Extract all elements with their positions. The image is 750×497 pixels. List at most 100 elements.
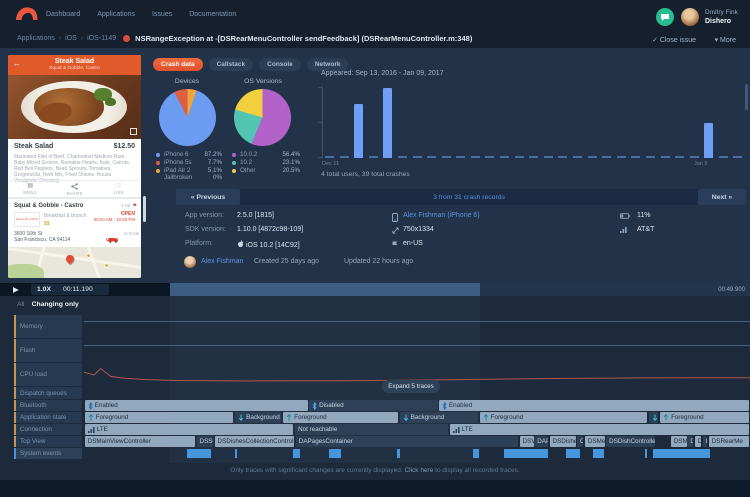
breadcrumb: Applications›iOS›iOS-1149 NSRangeExcepti… [17,34,472,43]
filter-tab-all[interactable]: All [17,301,25,308]
phone-icon [392,213,398,222]
tab-console[interactable]: Console [259,58,301,71]
crash-chart-summary: 4 total users, 39 total crashes [321,171,410,178]
legend-label: 10.0.2 [240,151,257,158]
playback-current-time: 00:11.190 [63,286,93,293]
crash-record-pagination: « Previous 3 from 31 crash records Next … [176,189,746,205]
bt-icon [442,402,447,410]
trace-segment: DSDishController [606,436,655,447]
chat-button[interactable] [656,8,674,26]
next-button[interactable]: Next » [698,189,746,205]
os-versions-pie-chart [234,89,291,146]
user-avatar[interactable] [681,8,699,26]
trace-row-label-cpu-load[interactable]: CPU load [14,363,82,386]
legend-value: 23.1% [282,159,300,166]
playback-total-time: 00:49.900 [718,287,745,293]
bar-baseline-dash [515,156,524,158]
restaurant-logo: Squat & Gobble [14,212,40,227]
play-button[interactable]: ▶ [13,285,19,294]
bar-baseline-dash [690,156,699,158]
bar-baseline-dash [442,156,451,158]
map-park [8,264,44,278]
tab-crash-data[interactable]: Crash data [153,58,203,71]
restaurant-logo-text: Squat & Gobble [16,218,39,222]
dish-action-label: MENU [23,190,37,195]
app-logo-icon[interactable] [14,5,40,27]
nav-item-issues[interactable]: Issues [152,11,172,18]
map-poi-marker [104,263,109,268]
system-event-block [645,449,647,458]
detail-value: en-US [403,240,423,247]
uber-eta: in 3 min [124,231,139,236]
detail-value: AT&T [637,226,654,233]
crash-tabs: Crash dataCallstackConsoleNetwork [153,58,348,71]
restaurant-category: Breakfast & brunch [44,213,87,219]
up-icon [88,414,94,421]
phone-panel-scrollbar[interactable] [143,196,146,222]
trace-row-body-application-state: ForegroundBackgroundForegroundBackground… [84,412,750,423]
trace-row-label-flash[interactable]: Flash [14,339,82,362]
dish-action-like[interactable]: ♡LIKE [97,181,141,197]
dish-action-label: SHARE [66,191,82,196]
user-menu[interactable]: Dmitry Fink Dishero [705,9,738,26]
trace-segment: Foreground [85,412,234,423]
author-avatar[interactable] [184,256,196,268]
previous-button[interactable]: « Previous [176,189,240,205]
dish-card: Steak Salad $12.50 Marinated Filet of Be… [8,139,141,197]
crash-analytics-window: Dashboard Applications Issues Documentation… [0,0,750,497]
session-replay-preview[interactable]: ← Steak Salad Squat & Gobble, Castro Ste… [8,55,141,278]
legend-label: iPad Air 2 [164,167,190,174]
trace-segment: DAPagesContainer [296,436,518,447]
bar-baseline-dash [325,156,334,158]
notice-click-here-link[interactable]: Click here [404,467,433,474]
bar-baseline-dash [661,156,670,158]
dish-photo [8,75,141,139]
legend-value: 0% [213,174,222,181]
trace-row-label-bluetooth[interactable]: Bluetooth [14,400,82,411]
trace-row-label-dispatch-queues[interactable]: Dispatch queues [14,387,82,399]
legend-dot [232,153,236,157]
up-icon [483,414,489,421]
expand-traces-button[interactable]: Expand 5 traces [382,380,440,393]
content-scrollbar[interactable] [745,84,748,110]
author-link[interactable]: Alex Fishman [201,258,243,265]
y-axis-tick [318,122,322,123]
breadcrumb-link-ios-1149[interactable]: iOS-1149 [87,35,116,42]
playback-progress-track[interactable]: 00:49.900 [170,283,750,296]
restaurant-address: 3600 16th St San Francisco, CA 94114 [14,231,70,243]
x-axis-label-start: Dec 11 [322,161,339,167]
address-line2: San Francisco, CA 94114 [14,237,70,243]
trace-row-label-top-view[interactable]: Top View [14,436,82,447]
trace-segment: I [703,436,708,447]
y-axis-tick [318,87,322,88]
trace-row-label-system-events[interactable]: System events [14,448,82,459]
share-icon [71,183,78,190]
nav-item-applications[interactable]: Applications [97,11,135,18]
playback-speed[interactable]: 1.0X [37,286,51,293]
filter-tab-changing-only[interactable]: Changing only [32,301,79,308]
res-icon [392,227,399,234]
more-button[interactable]: ▾ More [715,36,736,44]
dish-price: $12.50 [114,143,135,150]
dish-action-share[interactable]: SHARE [52,181,96,197]
trace-row-label-connection[interactable]: Connection [14,424,82,435]
trace-row-label-application-state[interactable]: Application state [14,412,82,423]
bar [704,123,713,158]
detail-value[interactable]: Alex Fishman (iPhone 6) [403,212,480,219]
bar-baseline-dash [733,156,742,158]
os-versions-legend: 10.0.256.4%10.223.1%Other20.5% [232,151,300,174]
detail-value: 1.10.0 [4872c98-109] [237,226,303,233]
restaurant-hours: 08:00 AM - 10:00 PM [89,217,135,222]
phone-screen-title: Steak Salad [8,58,141,65]
created-timestamp: Created 25 days ago [254,258,319,265]
tab-callstack[interactable]: Callstack [209,58,254,71]
breadcrumb-link-applications[interactable]: Applications [17,35,55,42]
nav-item-documentation[interactable]: Documentation [189,11,236,18]
legend-label: 10.2 [240,159,252,166]
trace-row-label-memory[interactable]: Memory [14,315,82,338]
dish-action-menu[interactable]: ▤MENU [8,181,52,197]
nav-item-dashboard[interactable]: Dashboard [46,11,80,18]
close-issue-button[interactable]: ✓ Close issue [652,36,696,44]
down-icon [652,414,658,421]
breadcrumb-link-ios[interactable]: iOS [65,35,77,42]
